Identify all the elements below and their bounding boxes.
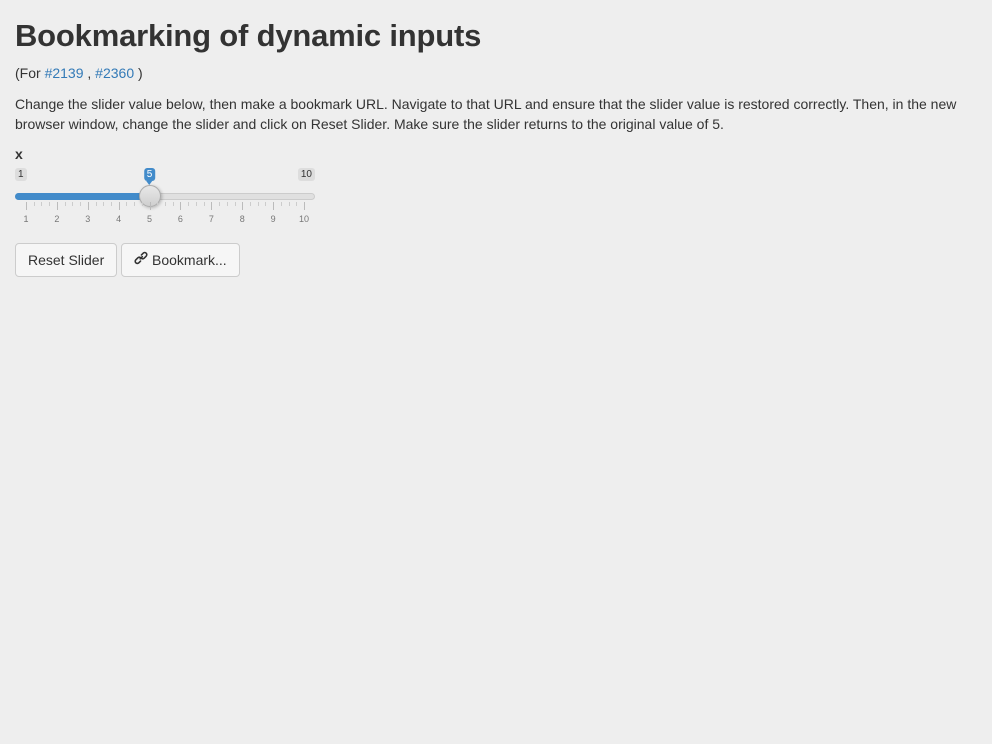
slider-minor-tick xyxy=(226,202,228,206)
slider-tick-label: 5 xyxy=(147,214,153,224)
slider-minor-tick xyxy=(172,202,174,206)
slider-minor-tick xyxy=(288,202,290,206)
slider-tick-label: 8 xyxy=(239,214,245,224)
slider-tick-label: 1 xyxy=(23,214,29,224)
page: Bookmarking of dynamic inputs (For #2139… xyxy=(0,0,992,744)
slider-minor-tick xyxy=(234,202,236,206)
slider-tick xyxy=(304,202,305,210)
link-icon xyxy=(134,244,148,276)
refs-separator: , xyxy=(87,65,92,81)
refs-prefix: (For xyxy=(15,65,41,81)
bookmark-button-label: Bookmark... xyxy=(152,252,227,268)
slider-tick xyxy=(118,202,120,210)
slider-tick-label: 10 xyxy=(298,214,310,224)
issue-link-2[interactable]: #2360 xyxy=(95,65,134,81)
slider-minor-tick xyxy=(249,202,251,206)
slider-x[interactable]: 1 10 5 1 2 3 4 5 6 7 8 9 10 xyxy=(15,166,315,230)
slider-minor-tick xyxy=(80,202,82,206)
page-title: Bookmarking of dynamic inputs xyxy=(15,18,482,53)
slider-minor-tick xyxy=(195,202,197,206)
issue-references: (For #2139 , #2360 ) xyxy=(15,64,143,82)
slider-minor-tick xyxy=(126,202,128,206)
slider-grid: 1 2 3 4 5 6 7 8 9 10 xyxy=(15,202,315,226)
slider-tick xyxy=(149,202,151,210)
instructions-text: Change the slider value below, then make… xyxy=(15,96,957,132)
slider-minor-tick xyxy=(203,202,205,206)
slider-tick-label: 6 xyxy=(177,214,183,224)
slider-value-label: 5 xyxy=(143,168,156,185)
slider-tick xyxy=(211,202,213,210)
slider-minor-tick xyxy=(219,202,221,206)
slider-tick-label: 3 xyxy=(85,214,91,224)
slider-minor-tick xyxy=(103,202,105,206)
slider-min-label: 1 xyxy=(15,168,27,181)
slider-minor-tick xyxy=(134,202,136,206)
slider-minor-tick xyxy=(64,202,66,206)
slider-tick xyxy=(242,202,244,210)
slider-minor-tick xyxy=(72,202,74,206)
slider-minor-tick xyxy=(165,202,166,206)
slider-minor-tick xyxy=(188,202,190,206)
slider-minor-tick xyxy=(296,202,298,206)
slider-minor-tick xyxy=(110,202,112,206)
slider-tick xyxy=(273,202,275,210)
slider-minor-tick xyxy=(157,202,159,206)
slider-minor-tick xyxy=(41,202,43,206)
slider-minor-tick xyxy=(141,202,143,206)
refs-suffix: ) xyxy=(138,65,143,81)
slider-tick-label: 9 xyxy=(270,214,276,224)
slider-minor-tick xyxy=(95,202,97,206)
slider-minor-tick xyxy=(33,202,35,206)
slider-minor-tick xyxy=(280,202,282,206)
slider-minor-tick xyxy=(265,202,267,206)
bookmark-button[interactable]: Bookmark... xyxy=(121,243,240,277)
slider-label: x xyxy=(15,146,23,162)
slider-tick xyxy=(26,202,27,210)
slider-tick xyxy=(180,202,182,210)
slider-tick-label: 4 xyxy=(116,214,122,224)
slider-tick xyxy=(56,202,58,210)
issue-link-1[interactable]: #2139 xyxy=(45,65,84,81)
slider-tick-label: 7 xyxy=(208,214,214,224)
slider-tick xyxy=(87,202,89,210)
reset-slider-button[interactable]: Reset Slider xyxy=(15,243,117,277)
slider-minor-tick xyxy=(49,202,51,206)
slider-fill-bar xyxy=(15,193,150,200)
slider-minor-tick xyxy=(257,202,259,206)
slider-max-label: 10 xyxy=(297,168,315,181)
slider-tick-label: 2 xyxy=(54,214,60,224)
